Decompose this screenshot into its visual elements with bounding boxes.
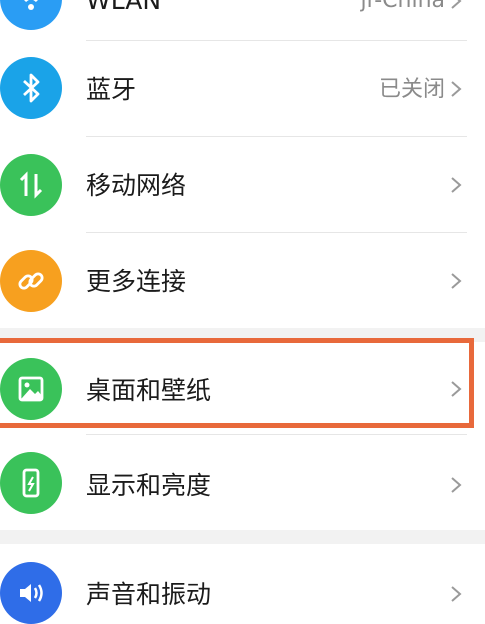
wlan-value: jr-China [360, 0, 445, 13]
more-connections-label: 更多连接 [86, 267, 187, 296]
sound-vibration-label: 声音和振动 [86, 580, 212, 609]
chevron-right-icon [451, 381, 462, 397]
mobile-data-icon [0, 154, 62, 216]
settings-item-desktop-wallpaper[interactable]: 桌面和壁纸 [0, 342, 485, 434]
section-separator [0, 530, 485, 544]
settings-item-more-connections[interactable]: 更多连接 [0, 233, 485, 328]
settings-item-sound-vibration[interactable]: 声音和振动 [0, 544, 485, 624]
wlan-label: WLAN [86, 0, 162, 15]
chevron-right-icon [451, 477, 462, 493]
settings-item-mobile-network[interactable]: 移动网络 [0, 137, 485, 232]
chevron-right-icon [451, 586, 462, 602]
settings-item-wlan[interactable]: WLAN jr-China [0, 0, 485, 40]
link-icon [0, 250, 62, 312]
speaker-icon [0, 562, 62, 624]
bluetooth-label: 蓝牙 [86, 75, 137, 104]
chevron-right-icon [451, 273, 462, 289]
bluetooth-status: 已关闭 [378, 77, 445, 102]
mobile-network-label: 移动网络 [86, 171, 187, 200]
settings-item-bluetooth[interactable]: 蓝牙 已关闭 [0, 41, 485, 136]
chevron-right-icon [451, 81, 462, 97]
section-separator [0, 328, 485, 342]
image-icon [0, 358, 62, 420]
settings-item-display-brightness[interactable]: 显示和亮度 [0, 435, 485, 530]
chevron-right-icon [451, 177, 462, 193]
chevron-right-icon [451, 0, 462, 9]
display-brightness-label: 显示和亮度 [86, 471, 212, 500]
wifi-icon [0, 0, 62, 30]
phone-brightness-icon [0, 452, 62, 514]
bluetooth-icon [0, 57, 62, 119]
desktop-wallpaper-label: 桌面和壁纸 [86, 376, 212, 405]
